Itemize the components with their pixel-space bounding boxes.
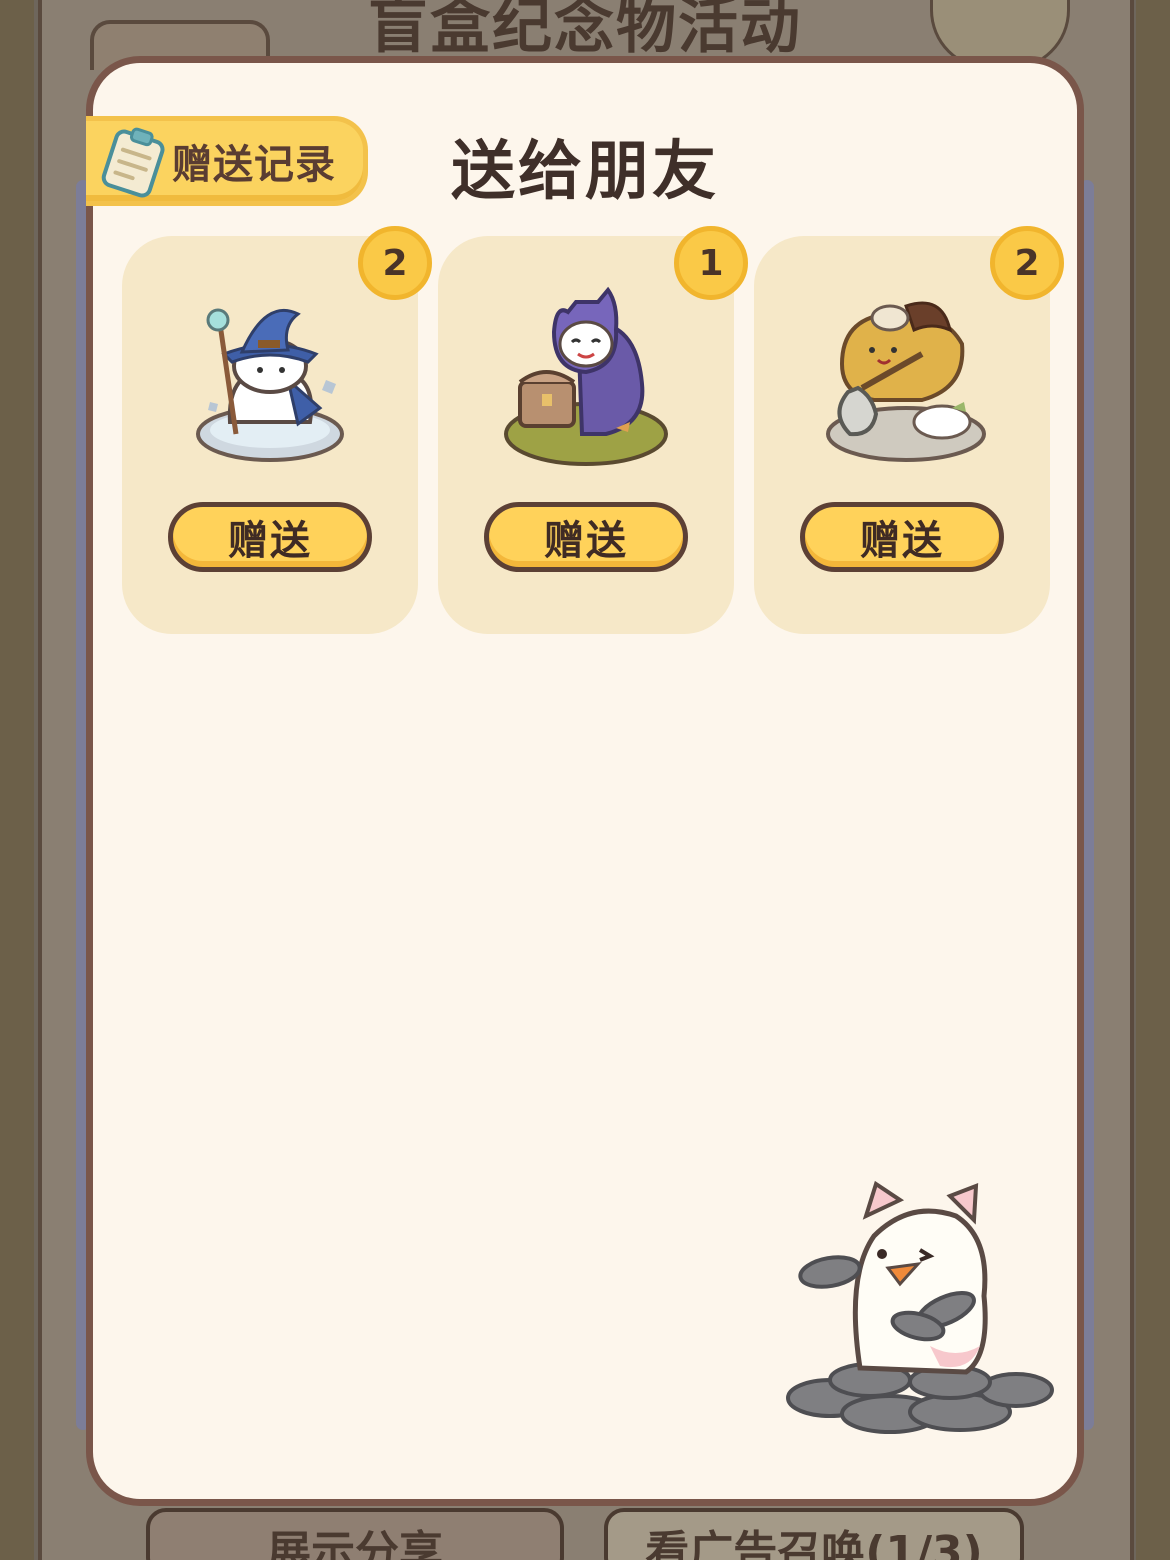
gift-item-card: 1 赠送: [438, 226, 748, 634]
modal-title: 送给朋友: [451, 135, 719, 209]
duck-cat-mascot-icon: [770, 1176, 1060, 1456]
gift-record-label: 赠送记录: [172, 142, 336, 188]
gift-item-card: 2 赠送: [122, 226, 432, 634]
gift-record-tab[interactable]: 赠送记录: [86, 116, 368, 206]
background-left-edge: [0, 0, 34, 1560]
warrior-cat-figurine-icon: [802, 284, 1002, 474]
watch-ad-summon-button[interactable]: 看广告召唤(1/3): [604, 1508, 1024, 1560]
clipboard-icon: [95, 118, 176, 204]
share-button[interactable]: 展示分享: [146, 1508, 564, 1560]
background-right-edge: [1136, 0, 1170, 1560]
wizard-cat-figurine-icon: [170, 284, 370, 474]
gift-button[interactable]: 赠送: [484, 502, 688, 572]
treasure-thief-cat-figurine-icon: [486, 284, 686, 474]
gift-item-card: 2 赠送: [754, 226, 1064, 634]
gift-button[interactable]: 赠送: [168, 502, 372, 572]
gift-button[interactable]: 赠送: [800, 502, 1004, 572]
gift-item-list: 2 赠送 1 赠送 2 赠送: [122, 226, 1064, 636]
